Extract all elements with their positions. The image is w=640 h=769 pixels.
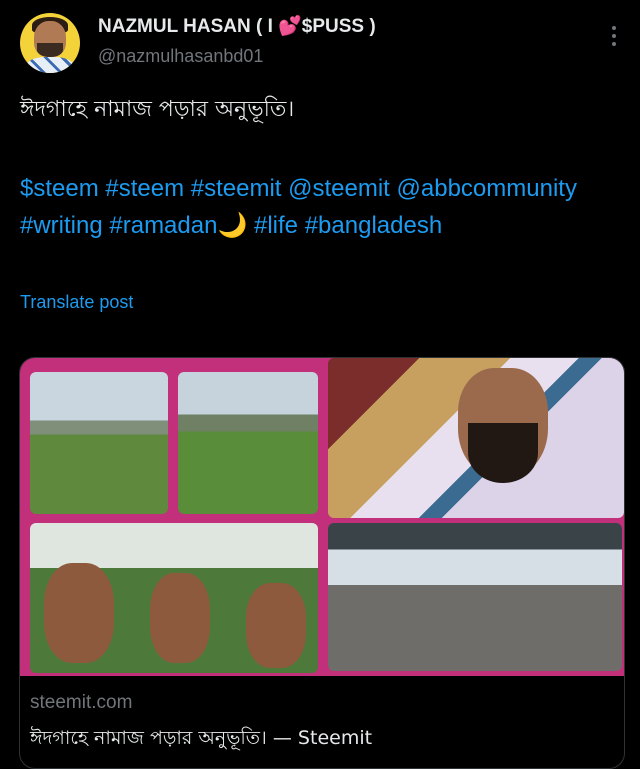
avatar[interactable]: [20, 13, 80, 73]
hashtag-link[interactable]: #steemit: [191, 175, 282, 202]
hashtag-link[interactable]: #writing: [20, 212, 103, 239]
mention-link[interactable]: @steemit: [288, 175, 390, 202]
card-image-collage: [20, 358, 624, 676]
avatar-shirt: [26, 57, 74, 73]
hashtag-link[interactable]: $steem: [20, 175, 99, 202]
photo-field-1: [30, 372, 168, 514]
hashtag-list: $steem #steem #steemit @steemit @abbcomm…: [20, 170, 630, 244]
post-text: ঈদগাহে নামাজ পড়ার অনুভূতি।: [20, 97, 295, 122]
avatar-beard: [37, 43, 63, 57]
hashtag-link[interactable]: #bangladesh: [305, 212, 442, 239]
card-domain: steemit.com: [30, 692, 133, 713]
mention-link[interactable]: @abbcommunity: [397, 175, 577, 202]
hashtag-link[interactable]: #steem: [105, 175, 184, 202]
photo-field-2: [178, 372, 318, 514]
link-preview-card[interactable]: steemit.com ঈদগাহে নামাজ পড়ার অনুভূতি। …: [19, 357, 625, 769]
author-name[interactable]: NAZMUL HASAN ( I 💕$PUSS ): [98, 14, 376, 38]
hashtag-link[interactable]: #ramadan🌙: [109, 212, 247, 239]
hashtag-link[interactable]: #life: [254, 212, 298, 239]
photo-crowd: [328, 523, 622, 671]
photo-group: [30, 523, 318, 673]
more-options-icon[interactable]: [612, 26, 616, 50]
card-title: ঈদগাহে নামাজ পড়ার অনুভূতি। — Steemit: [30, 727, 373, 749]
photo-selfie: [328, 358, 624, 518]
translate-post-link[interactable]: Translate post: [20, 292, 133, 313]
author-handle[interactable]: @nazmulhasanbd01: [98, 46, 263, 67]
